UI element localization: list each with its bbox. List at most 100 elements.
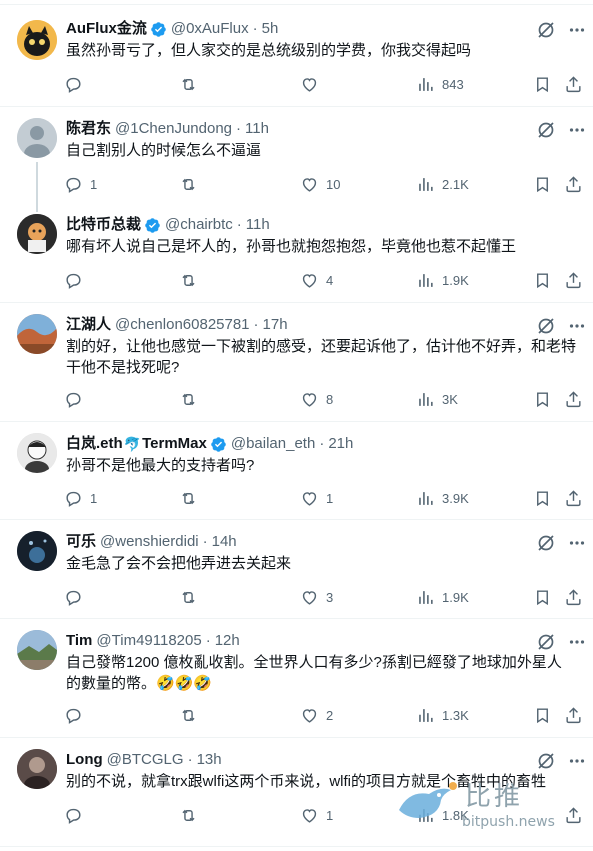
reply-button[interactable] (64, 586, 90, 608)
bookmark-button[interactable] (533, 388, 552, 410)
more-icon[interactable] (569, 753, 585, 769)
bookmark-button[interactable] (533, 487, 552, 509)
grok-icon[interactable] (536, 632, 556, 652)
timestamp[interactable]: 13h (197, 750, 222, 770)
divider (0, 106, 593, 107)
tweet-text: 自己發幣1200 億枚亂收割。全世界人口有多少?孫割已經發了地球加外星人的數量的… (66, 654, 562, 692)
share-button[interactable] (564, 269, 583, 291)
retweet-button[interactable] (179, 804, 205, 826)
retweet-button[interactable] (179, 487, 205, 509)
like-button[interactable]: 4 (300, 269, 333, 291)
more-icon[interactable] (569, 535, 585, 551)
like-button[interactable]: 3 (300, 586, 333, 608)
avatar[interactable] (17, 749, 57, 789)
retweet-button[interactable] (179, 586, 205, 608)
views-button[interactable]: 3.9K (416, 487, 469, 509)
like-button[interactable]: 10 (300, 173, 340, 195)
grok-icon[interactable] (536, 533, 556, 553)
share-button[interactable] (564, 487, 583, 509)
retweet-button[interactable] (179, 173, 205, 195)
views-button[interactable]: 1.9K (416, 586, 469, 608)
timestamp[interactable]: 11h (245, 119, 269, 139)
tweet-text: 哪有坏人说自己是坏人的，孙哥也就抱怨抱怨，毕竟他也惹不起懂王 (66, 238, 517, 255)
user-handle[interactable]: @BTCGLG (107, 750, 184, 770)
bookmark-button[interactable] (533, 704, 552, 726)
timestamp[interactable]: 21h (328, 434, 353, 454)
more-icon[interactable] (569, 318, 585, 334)
share-button[interactable] (564, 73, 583, 95)
like-button[interactable]: 1 (300, 487, 333, 509)
share-icon (566, 390, 581, 407)
views-button[interactable]: 1.3K (416, 704, 469, 726)
bookmark-button[interactable] (533, 269, 552, 291)
reply-button[interactable] (64, 804, 90, 826)
grok-icon[interactable] (536, 316, 556, 336)
user-handle[interactable]: @Tim49118205 (96, 631, 201, 651)
separator-dot: · (252, 20, 258, 37)
avatar[interactable] (17, 118, 57, 158)
more-icon[interactable] (569, 122, 585, 138)
display-name[interactable]: 白岚.eth (66, 434, 123, 454)
like-button[interactable] (300, 73, 326, 95)
display-name[interactable]: 陈君东 (66, 119, 111, 139)
user-handle[interactable]: @chairbtc (165, 215, 233, 235)
bookmark-button[interactable] (533, 73, 552, 95)
retweet-icon (182, 709, 195, 721)
retweet-button[interactable] (179, 388, 205, 410)
user-handle[interactable]: @chenlon60825781 (115, 315, 250, 335)
divider (0, 618, 593, 619)
retweet-button[interactable] (179, 704, 205, 726)
retweet-button[interactable] (179, 73, 205, 95)
more-icon[interactable] (569, 22, 585, 38)
avatar[interactable] (17, 630, 57, 670)
reply-button[interactable] (64, 704, 90, 726)
reply-button[interactable]: 1 (64, 173, 97, 195)
timestamp[interactable]: 5h (262, 19, 279, 39)
like-button[interactable]: 8 (300, 388, 333, 410)
views-button[interactable]: 3K (416, 388, 458, 410)
share-button[interactable] (564, 173, 583, 195)
views-button[interactable]: 2.1K (416, 173, 469, 195)
avatar[interactable] (17, 531, 57, 571)
display-name[interactable]: Long (66, 750, 103, 770)
avatar[interactable] (17, 214, 57, 254)
divider (0, 737, 593, 738)
grok-icon[interactable] (536, 20, 556, 40)
reply-button[interactable] (64, 388, 90, 410)
user-handle[interactable]: @bailan_eth (231, 434, 315, 454)
display-name[interactable]: 比特币总裁 (66, 215, 141, 235)
retweet-button[interactable] (179, 269, 205, 291)
more-icon[interactable] (569, 634, 585, 650)
user-handle[interactable]: @0xAuFlux (171, 19, 249, 39)
timestamp[interactable]: 17h (263, 315, 288, 335)
display-name[interactable]: AuFlux金流 (66, 19, 147, 39)
share-button[interactable] (564, 388, 583, 410)
display-name-extra[interactable]: TermMax (142, 434, 207, 454)
grok-icon[interactable] (536, 751, 556, 771)
separator-dot: · (236, 216, 242, 233)
avatar[interactable] (17, 314, 57, 354)
bookmark-button[interactable] (533, 173, 552, 195)
display-name[interactable]: 江湖人 (66, 315, 111, 335)
views-button[interactable]: 843 (416, 73, 464, 95)
reply-button[interactable]: 1 (64, 487, 97, 509)
timestamp[interactable]: 12h (215, 631, 240, 651)
timestamp[interactable]: 11h (246, 215, 270, 235)
grok-icon[interactable] (536, 120, 556, 140)
avatar[interactable] (17, 20, 57, 60)
share-button[interactable] (564, 586, 583, 608)
display-name[interactable]: 可乐 (66, 532, 96, 552)
user-handle[interactable]: @wenshierdidi (100, 532, 199, 552)
reply-button[interactable] (64, 269, 90, 291)
reply-button[interactable] (64, 73, 90, 95)
display-name[interactable]: Tim (66, 631, 92, 651)
bookmark-button[interactable] (533, 586, 552, 608)
views-button[interactable]: 1.9K (416, 269, 469, 291)
user-handle[interactable]: @1ChenJundong (115, 119, 232, 139)
avatar[interactable] (17, 433, 57, 473)
bookmark-icon (537, 176, 548, 192)
share-button[interactable] (564, 704, 583, 726)
like-button[interactable]: 1 (300, 804, 333, 826)
timestamp[interactable]: 14h (212, 532, 237, 552)
like-button[interactable]: 2 (300, 704, 333, 726)
